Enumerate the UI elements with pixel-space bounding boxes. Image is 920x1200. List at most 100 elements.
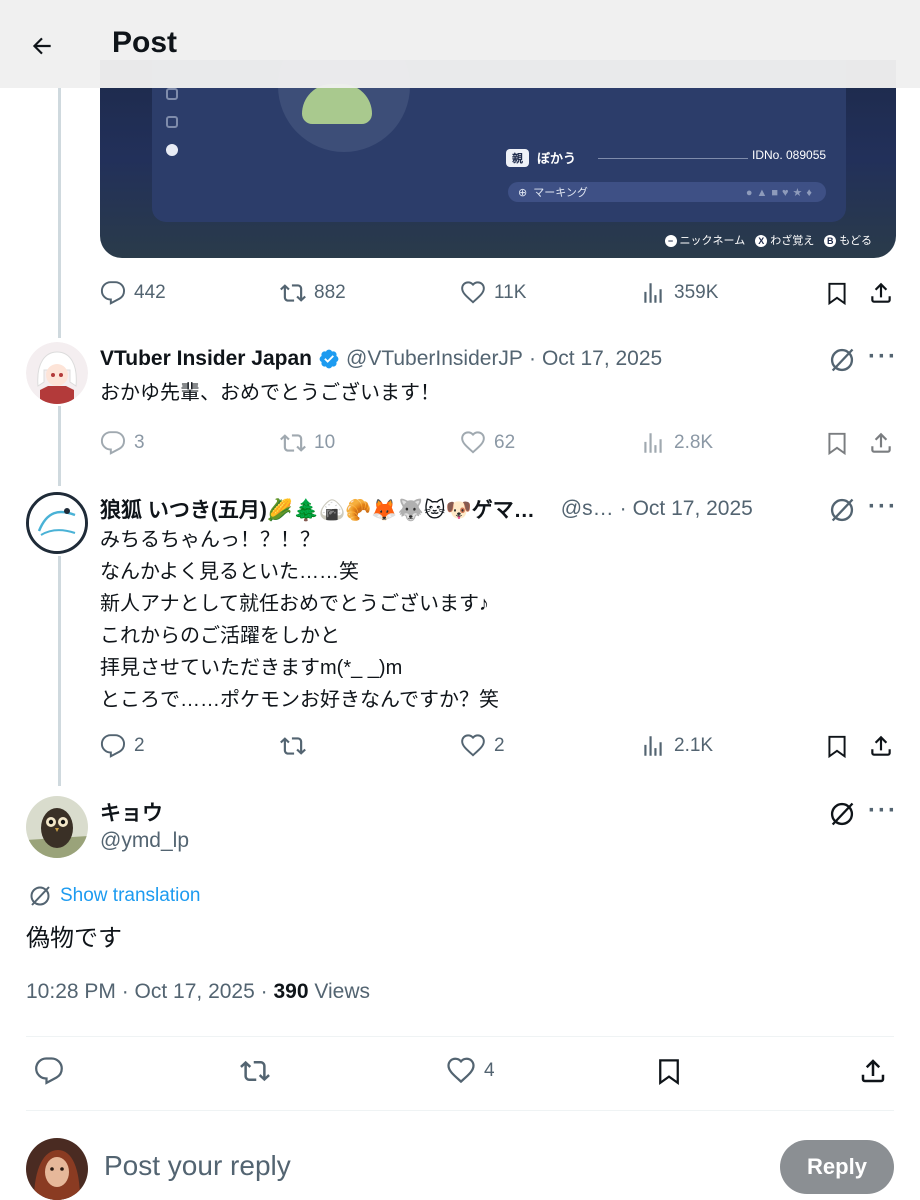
repost-count: 882 bbox=[314, 282, 346, 303]
views-button[interactable]: 2.1K bbox=[640, 731, 713, 761]
views-count: 359K bbox=[674, 282, 719, 303]
views-icon bbox=[644, 283, 662, 303]
repost-button[interactable] bbox=[280, 731, 314, 761]
heart-icon bbox=[461, 734, 485, 757]
reply-count: 2 bbox=[134, 735, 145, 756]
page-title: Post bbox=[112, 26, 178, 59]
repost-icon bbox=[240, 1060, 270, 1082]
timestamp[interactable]: Oct 17, 2025 bbox=[542, 347, 662, 371]
more-options-icon[interactable]: ··· bbox=[868, 343, 898, 371]
repost-button[interactable]: 10 bbox=[280, 428, 335, 458]
avatar-image bbox=[26, 796, 88, 858]
handle[interactable]: @VTuberInsiderJP bbox=[346, 347, 523, 371]
reply-composer: Post your reply Reply bbox=[0, 1128, 920, 1200]
repost-button[interactable] bbox=[240, 1056, 270, 1086]
repost-count: 10 bbox=[314, 432, 336, 453]
divider bbox=[598, 158, 748, 159]
separator-dot: · bbox=[528, 347, 536, 370]
post-actions: 4 bbox=[0, 1056, 920, 1092]
bookmark-icon bbox=[828, 432, 846, 456]
views-count: 2.1K bbox=[674, 735, 714, 756]
post-image[interactable]: 親 ぼかう IDNo. 089055 ⊕ マーキング ●▲■♥★♦ − ニックネー… bbox=[100, 60, 896, 258]
bookmark-button[interactable] bbox=[824, 428, 850, 458]
display-name[interactable]: VTuber Insider Japan bbox=[100, 347, 312, 371]
avatar[interactable] bbox=[26, 796, 88, 858]
heart-icon bbox=[447, 1057, 475, 1084]
plus-icon: ⊕ bbox=[518, 186, 528, 199]
thread-line bbox=[58, 88, 61, 338]
views-button[interactable]: 2.8K bbox=[640, 428, 713, 458]
avatar[interactable] bbox=[26, 492, 88, 554]
trainer-name: ぼかう bbox=[537, 151, 577, 166]
heart-icon bbox=[461, 431, 485, 454]
translate-label: Show translation bbox=[60, 885, 201, 906]
like-button[interactable]: 2 bbox=[460, 731, 505, 761]
share-button[interactable] bbox=[858, 1056, 888, 1086]
user-avatar[interactable] bbox=[26, 1138, 88, 1200]
repost-button[interactable]: 882 bbox=[280, 278, 346, 308]
divider bbox=[26, 1110, 894, 1111]
reply-button[interactable]: 2 bbox=[100, 731, 145, 761]
share-button[interactable] bbox=[868, 278, 894, 308]
share-button[interactable] bbox=[868, 428, 894, 458]
divider bbox=[26, 1036, 894, 1037]
repost-icon bbox=[280, 434, 306, 452]
share-button[interactable] bbox=[868, 731, 894, 761]
reply-text: おかゆ先輩、おめでとうございます！ bbox=[100, 382, 440, 404]
bookmark-button[interactable] bbox=[654, 1056, 684, 1086]
post-text: 偽物です bbox=[26, 925, 122, 952]
views-icon bbox=[644, 433, 662, 453]
display-name[interactable]: キョウ bbox=[100, 797, 163, 827]
repost-icon bbox=[280, 284, 306, 302]
marking-shapes: ●▲■♥★♦ bbox=[745, 186, 816, 199]
more-options-icon[interactable]: ··· bbox=[868, 797, 898, 825]
grok-icon[interactable] bbox=[828, 496, 856, 524]
like-count: 4 bbox=[484, 1060, 495, 1081]
avatar[interactable] bbox=[26, 342, 88, 404]
share-icon bbox=[871, 735, 891, 756]
reply-icon bbox=[35, 1057, 63, 1085]
reply-input[interactable]: Post your reply bbox=[104, 1150, 291, 1182]
reply-button[interactable]: 3 bbox=[100, 428, 145, 458]
handle[interactable]: @s… bbox=[561, 497, 614, 521]
reply-submit-button[interactable]: Reply bbox=[780, 1140, 894, 1194]
bookmark-button[interactable] bbox=[824, 731, 850, 761]
trainer-badge: 親 ぼかう bbox=[506, 148, 576, 167]
display-name[interactable]: 狼狐 いつき(五月)🌽🌲🍙🥐🦊🐺🐱🐶ゲマ… bbox=[100, 494, 535, 524]
bookmark-button[interactable] bbox=[824, 278, 850, 308]
handle[interactable]: @ymd_lp bbox=[100, 829, 189, 853]
repost-icon bbox=[280, 737, 306, 755]
game-controls-hint: − ニックネーム X わざ覚え B もどる bbox=[664, 232, 872, 248]
views-count: 2.8K bbox=[674, 432, 714, 453]
grok-icon[interactable] bbox=[828, 800, 856, 828]
views-button[interactable]: 359K bbox=[640, 278, 718, 308]
post-time[interactable]: 10:28 PM · Oct 17, 2025 · bbox=[26, 980, 273, 1003]
thread-line bbox=[58, 556, 61, 786]
top-bar: Post bbox=[0, 0, 920, 88]
id-number: IDNo. 089055 bbox=[752, 148, 827, 162]
avatar-image bbox=[29, 495, 85, 551]
views-count: 390 bbox=[273, 980, 309, 1003]
post-metadata: 10:28 PM · Oct 17, 2025 · 390 Views bbox=[26, 980, 370, 1004]
like-button[interactable]: 11K bbox=[460, 278, 526, 308]
marking-row: ⊕ マーキング ●▲■♥★♦ bbox=[508, 182, 826, 202]
reply-button[interactable]: 442 bbox=[100, 278, 166, 308]
back-button[interactable] bbox=[22, 26, 62, 66]
reply-text: みちるちゃんっ！？！？ なんかよく見るといた……笑 新人アナとして就任おめでとう… bbox=[100, 529, 499, 711]
like-button[interactable]: 62 bbox=[460, 428, 515, 458]
thread-line bbox=[58, 406, 61, 486]
like-count: 11K bbox=[494, 282, 527, 303]
reply-count: 3 bbox=[134, 432, 145, 453]
bookmark-icon bbox=[828, 735, 846, 759]
more-options-icon[interactable]: ··· bbox=[868, 493, 898, 521]
timestamp[interactable]: Oct 17, 2025 bbox=[633, 497, 753, 521]
grok-icon[interactable] bbox=[828, 346, 856, 374]
reply-icon bbox=[100, 734, 126, 758]
like-button[interactable]: 4 bbox=[446, 1056, 495, 1086]
show-translation-link[interactable]: Show translation bbox=[28, 884, 200, 908]
reply-header: 狼狐 いつき(五月)🌽🌲🍙🥐🦊🐺🐱🐶ゲマ… @s… · Oct 17, 2025 bbox=[100, 494, 820, 524]
reply-actions: 2 2 2.1K bbox=[100, 731, 894, 761]
reply-button[interactable] bbox=[34, 1056, 64, 1086]
share-icon bbox=[871, 282, 891, 303]
reply-count: 442 bbox=[134, 282, 166, 303]
